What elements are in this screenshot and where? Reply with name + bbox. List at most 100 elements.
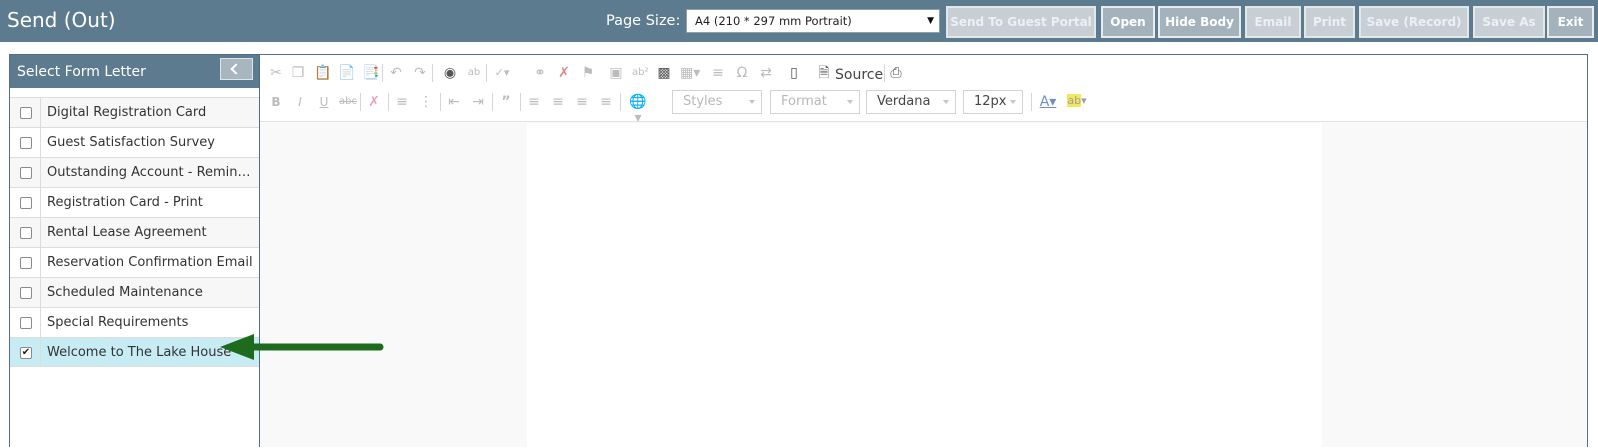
blockquote-icon[interactable]: ” xyxy=(498,94,514,110)
pointer-arrow-icon xyxy=(220,334,384,360)
preview-icon[interactable]: ▯ xyxy=(786,65,802,81)
cut-icon[interactable]: ✂ xyxy=(268,65,284,81)
collapse-panel-button[interactable] xyxy=(220,58,253,80)
item-checkbox[interactable] xyxy=(20,287,32,299)
item-label: Rental Lease Agreement xyxy=(47,225,207,240)
copy-icon[interactable]: ❐ xyxy=(290,65,306,81)
chevron-left-icon xyxy=(230,63,242,75)
save-record-button[interactable]: Save (Record) xyxy=(1359,6,1469,38)
font-size-dropdown-value: 12px xyxy=(974,94,1007,109)
source-button[interactable]: Source xyxy=(835,67,883,83)
list-item[interactable]: Scheduled Maintenance xyxy=(10,277,259,307)
item-label: Outstanding Account - Reminder Letter xyxy=(47,165,255,180)
page-break-icon[interactable]: ⇄ xyxy=(758,65,774,81)
toolbar-separator xyxy=(432,64,433,82)
item-checkbox[interactable] xyxy=(20,167,32,179)
replace-icon[interactable]: ab xyxy=(466,65,482,81)
background-color-icon[interactable]: ab▾ xyxy=(1065,93,1089,109)
align-left-icon[interactable]: ≡ xyxy=(526,94,542,110)
special-char-icon[interactable]: Ω xyxy=(734,65,750,81)
exit-button[interactable]: Exit xyxy=(1547,6,1594,38)
table-icon[interactable]: ▦▾ xyxy=(680,65,700,81)
strikethrough-icon[interactable]: abc xyxy=(338,94,358,110)
item-checkbox[interactable] xyxy=(20,317,32,329)
superscript-box-icon[interactable]: ab² xyxy=(632,65,648,81)
list-item[interactable]: Reservation Confirmation Email xyxy=(10,247,259,277)
language-icon[interactable]: 🌐▾ xyxy=(626,94,650,126)
insert-image-icon[interactable]: ▩ xyxy=(656,65,672,81)
paste-text-icon[interactable]: 📄 xyxy=(338,65,355,81)
font-dropdown[interactable]: Verdana xyxy=(866,90,956,114)
open-button[interactable]: Open xyxy=(1101,6,1155,38)
dropdown-caret-icon xyxy=(943,100,949,104)
list-item[interactable]: Digital Registration Card xyxy=(10,97,259,127)
page-title: Send (Out) xyxy=(7,8,116,32)
form-letter-panel: Select Form Letter Digital Registration … xyxy=(9,54,260,447)
align-right-icon[interactable]: ≡ xyxy=(574,94,590,110)
font-size-dropdown[interactable]: 12px xyxy=(963,90,1023,114)
print-icon[interactable]: ⎙ xyxy=(888,65,904,81)
outdent-icon[interactable]: ⇤ xyxy=(446,94,462,110)
toolbar-separator xyxy=(520,93,521,111)
form-letter-list: Digital Registration Card Guest Satisfac… xyxy=(10,97,259,367)
item-label: Digital Registration Card xyxy=(47,105,207,120)
item-checkbox[interactable] xyxy=(20,197,32,209)
underline-icon[interactable]: U xyxy=(316,94,332,110)
text-color-icon[interactable]: A▾ xyxy=(1036,94,1060,110)
find-icon[interactable]: ◉ xyxy=(442,65,458,81)
list-item[interactable]: Outstanding Account - Reminder Letter xyxy=(10,157,259,187)
send-to-guest-portal-button[interactable]: Send To Guest Portal xyxy=(946,6,1096,38)
item-checkbox-checked[interactable]: ✔ xyxy=(20,347,32,359)
form-letter-panel-header: Select Form Letter xyxy=(10,55,259,88)
toolbar-separator xyxy=(382,64,383,82)
remove-format-icon[interactable]: ✗ xyxy=(366,94,382,110)
indent-icon[interactable]: ⇥ xyxy=(470,94,486,110)
print-button[interactable]: Print xyxy=(1304,6,1355,38)
item-label: Scheduled Maintenance xyxy=(47,285,203,300)
email-button[interactable]: Email xyxy=(1245,6,1301,38)
item-label: Reservation Confirmation Email xyxy=(47,255,253,270)
list-item[interactable]: Registration Card - Print xyxy=(10,187,259,217)
toolbar-separator xyxy=(440,93,441,111)
dropdown-caret-icon xyxy=(749,100,755,104)
link-icon[interactable]: ⚭ xyxy=(532,65,548,81)
bulleted-list-icon[interactable]: ⋮ xyxy=(418,94,434,110)
letter-editor: ✂ ❐ 📋 📄 📑 ↶ ↷ ◉ ab ✓▾ ⚭ ✗ ⚑ ▣ ab² ▩ ▦▾ ≡… xyxy=(260,54,1588,448)
item-checkbox[interactable] xyxy=(20,137,32,149)
hide-body-button[interactable]: Hide Body xyxy=(1158,6,1241,38)
redo-icon[interactable]: ↷ xyxy=(412,65,428,81)
toolbar-separator xyxy=(884,64,885,82)
dropdown-caret-icon xyxy=(847,100,853,104)
toolbar-separator xyxy=(360,93,361,111)
source-icon[interactable]: 🗎 xyxy=(816,65,832,81)
bold-icon[interactable]: B xyxy=(268,94,284,110)
list-item[interactable]: Rental Lease Agreement xyxy=(10,217,259,247)
toolbar-separator xyxy=(486,64,487,82)
italic-icon[interactable]: I xyxy=(292,94,308,110)
page-size-select[interactable]: A4 (210 * 297 mm Portrait) ▼ xyxy=(686,9,940,33)
spellcheck-icon[interactable]: ✓▾ xyxy=(494,65,510,81)
item-checkbox[interactable] xyxy=(20,107,32,119)
font-dropdown-value: Verdana xyxy=(877,94,931,109)
document-page[interactable] xyxy=(527,123,1322,448)
styles-dropdown[interactable]: Styles xyxy=(672,90,762,114)
list-item[interactable]: Guest Satisfaction Survey xyxy=(10,127,259,157)
image-icon[interactable]: ▣ xyxy=(608,65,624,81)
paste-icon[interactable]: 📋 xyxy=(314,65,331,81)
horizontal-line-icon[interactable]: ≡ xyxy=(710,65,726,81)
save-as-button[interactable]: Save As xyxy=(1473,6,1545,38)
page-size-value: A4 (210 * 297 mm Portrait) xyxy=(695,14,852,28)
anchor-icon[interactable]: ⚑ xyxy=(580,65,596,81)
format-dropdown[interactable]: Format xyxy=(770,90,860,114)
format-dropdown-label: Format xyxy=(781,94,827,109)
align-center-icon[interactable]: ≡ xyxy=(550,94,566,110)
item-checkbox[interactable] xyxy=(20,257,32,269)
unlink-icon[interactable]: ✗ xyxy=(556,65,572,81)
item-checkbox[interactable] xyxy=(20,227,32,239)
editor-toolbar: ✂ ❐ 📋 📄 📑 ↶ ↷ ◉ ab ✓▾ ⚭ ✗ ⚑ ▣ ab² ▩ ▦▾ ≡… xyxy=(260,55,1587,126)
numbered-list-icon[interactable]: ≡ xyxy=(394,94,410,110)
dropdown-arrow-icon: ▼ xyxy=(927,16,934,26)
undo-icon[interactable]: ↶ xyxy=(388,65,404,81)
paste-word-icon[interactable]: 📑 xyxy=(362,65,379,81)
align-justify-icon[interactable]: ≡ xyxy=(598,94,614,110)
